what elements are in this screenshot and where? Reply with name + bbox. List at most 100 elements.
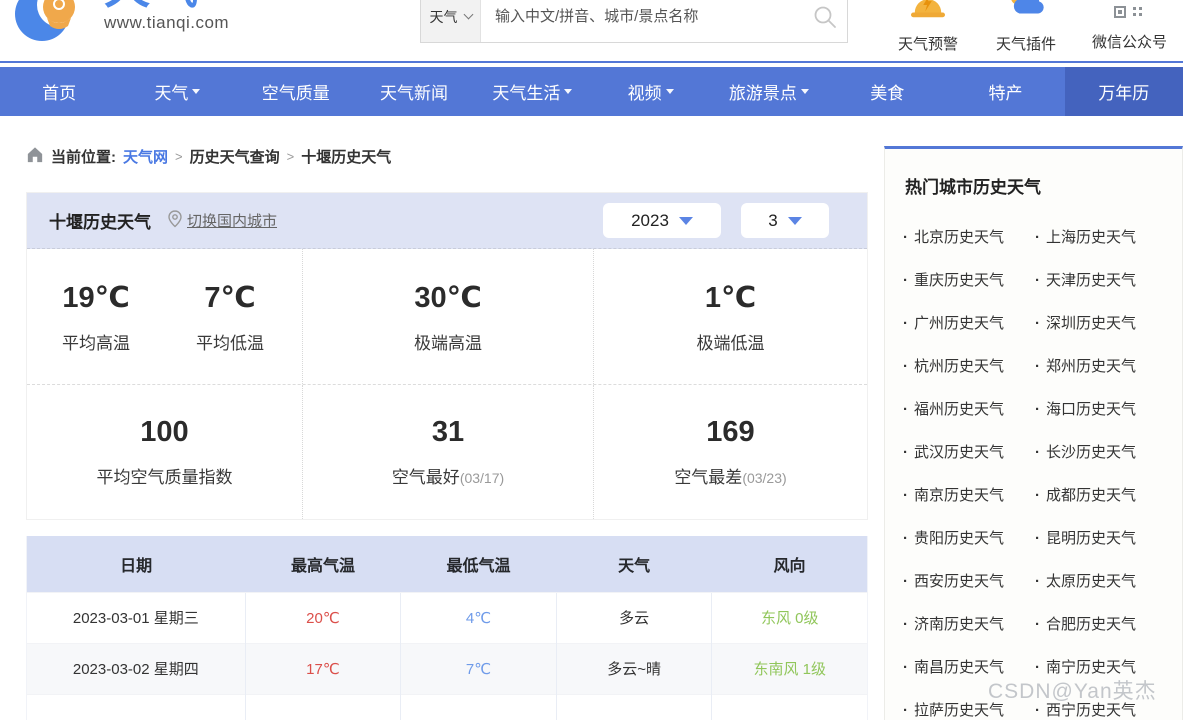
stat-label: 极端高温 — [395, 329, 501, 354]
best-air-stat: 31空气最好(03/17) — [392, 416, 504, 488]
table-header-cell: 天气 — [556, 536, 712, 592]
year-select[interactable]: 2023 — [603, 203, 721, 238]
city-link[interactable]: 福州历史天气 — [903, 398, 1035, 419]
logo-text: 天气+ — [104, 0, 229, 10]
quick-link-label: 微信公众号 — [1092, 31, 1167, 52]
search-icon[interactable] — [803, 0, 847, 42]
city-link[interactable]: 太原历史天气 — [1035, 570, 1182, 591]
stat-value: 100 — [97, 416, 233, 449]
city-link[interactable]: 上海历史天气 — [1035, 226, 1182, 247]
weather-cell: 多云~晴 — [556, 643, 712, 694]
logo-url: www.tianqi.com — [104, 13, 229, 33]
date-cell: 2023-03-01 星期三 — [27, 592, 246, 643]
stat-value: 7℃ — [177, 280, 283, 315]
nav-item-万年历[interactable]: 万年历 — [1065, 67, 1183, 116]
chevron-down-icon — [801, 89, 809, 94]
search-input[interactable] — [481, 0, 803, 42]
weather-cell: 多云 — [556, 592, 712, 643]
stat-label: 平均高温 — [43, 329, 149, 354]
city-link[interactable]: 合肥历史天气 — [1035, 613, 1182, 634]
city-link[interactable]: 昆明历史天气 — [1035, 527, 1182, 548]
stat-label: 平均低温 — [177, 329, 283, 354]
panel-title: 十堰历史天气 — [49, 208, 151, 233]
stat-label: 空气最好(03/17) — [392, 463, 504, 488]
stat-label: 极端低温 — [678, 329, 784, 354]
nav-item-天气新闻[interactable]: 天气新闻 — [355, 67, 473, 116]
quick-link-weather-alert[interactable]: 天气预警 — [896, 0, 960, 54]
dropdown-triangle-icon — [788, 217, 802, 225]
city-link[interactable]: 武汉历史天气 — [903, 441, 1035, 462]
stat-value: 19℃ — [43, 280, 149, 315]
air-quality-stats-row: 100平均空气质量指数31空气最好(03/17)169空气最差(03/23) — [27, 384, 867, 519]
empty-cell — [27, 694, 246, 720]
nav-item-天气生活[interactable]: 天气生活 — [473, 67, 591, 116]
site-header: 天气+ www.tianqi.com 天气 天气预警天气插件微信公众号 — [0, 0, 1183, 63]
breadcrumb-prefix: 当前位置: — [51, 146, 116, 167]
nav-item-label: 天气生活 — [492, 79, 560, 104]
weather-plugin-icon — [1006, 0, 1046, 26]
nav-item-label: 万年历 — [1098, 79, 1149, 104]
table-header-cell: 最高气温 — [245, 536, 401, 592]
nav-item-旅游景点[interactable]: 旅游景点 — [710, 67, 828, 116]
city-link[interactable]: 济南历史天气 — [903, 613, 1035, 634]
city-link[interactable]: 南京历史天气 — [903, 484, 1035, 505]
chevron-down-icon — [463, 10, 473, 20]
city-link[interactable]: 南昌历史天气 — [903, 656, 1035, 677]
city-link[interactable]: 广州历史天气 — [903, 312, 1035, 333]
watermark: CSDN@Yan英杰 — [988, 675, 1157, 705]
history-weather-panel: 十堰历史天气 切换国内城市 2023 3 — [26, 192, 868, 520]
city-link[interactable]: 重庆历史天气 — [903, 269, 1035, 290]
search-category-value: 天气 — [430, 7, 458, 27]
nav-item-label: 特产 — [989, 79, 1023, 104]
city-link[interactable]: 天津历史天气 — [1035, 269, 1182, 290]
extreme-low-cell: 1℃极端低温 — [593, 249, 867, 384]
city-link[interactable]: 贵阳历史天气 — [903, 527, 1035, 548]
nav-item-美食[interactable]: 美食 — [828, 67, 946, 116]
chevron-down-icon — [564, 89, 572, 94]
city-link-list: 北京历史天气上海历史天气重庆历史天气天津历史天气广州历史天气深圳历史天气杭州历史… — [903, 226, 1182, 720]
breadcrumb-link-history[interactable]: 历史天气查询 — [190, 146, 280, 167]
nav-item-视频[interactable]: 视频 — [591, 67, 709, 116]
city-link[interactable]: 西安历史天气 — [903, 570, 1035, 591]
city-link[interactable]: 成都历史天气 — [1035, 484, 1182, 505]
nav-item-首页[interactable]: 首页 — [0, 67, 118, 116]
stat-note: (03/23) — [742, 470, 786, 486]
extreme-low-stat: 1℃极端低温 — [678, 280, 784, 354]
sidebar-title: 热门城市历史天气 — [905, 173, 1182, 198]
nav-item-特产[interactable]: 特产 — [946, 67, 1064, 116]
month-select[interactable]: 3 — [741, 203, 829, 238]
table-row: 2023-03-01 星期三20℃4℃多云东风 0级 — [27, 592, 868, 643]
switch-city-link[interactable]: 切换国内城市 — [167, 210, 277, 232]
city-link[interactable]: 海口历史天气 — [1035, 398, 1182, 419]
city-link[interactable]: 北京历史天气 — [903, 226, 1035, 247]
quick-link-weather-plugin[interactable]: 天气插件 — [994, 0, 1058, 54]
chevron-down-icon — [666, 89, 674, 94]
panel-header: 十堰历史天气 切换国内城市 2023 3 — [27, 193, 867, 249]
nav-item-label: 天气新闻 — [380, 79, 448, 104]
wind-cell: 东南风 1级 — [712, 643, 868, 694]
empty-cell — [556, 694, 712, 720]
chevron-down-icon — [192, 89, 200, 94]
nav-item-label: 空气质量 — [262, 79, 330, 104]
site-logo[interactable]: 天气+ www.tianqi.com — [14, 0, 229, 58]
city-link[interactable]: 郑州历史天气 — [1035, 355, 1182, 376]
location-pin-icon — [167, 210, 183, 232]
quick-link-wechat-qrcode[interactable]: 微信公众号 — [1092, 0, 1167, 54]
city-link[interactable]: 深圳历史天气 — [1035, 312, 1182, 333]
city-link[interactable]: 南宁历史天气 — [1035, 656, 1182, 677]
history-weather-table: 日期最高气温最低气温天气风向 2023-03-01 星期三20℃4℃多云东风 0… — [26, 536, 868, 720]
home-icon — [26, 146, 44, 167]
switch-city-label: 切换国内城市 — [187, 210, 277, 231]
low-temp-cell: 4℃ — [401, 592, 557, 643]
breadcrumb-link-home[interactable]: 天气网 — [123, 146, 168, 167]
search-category-select[interactable]: 天气 — [421, 0, 481, 42]
table-header-cell: 日期 — [27, 536, 246, 592]
city-link[interactable]: 长沙历史天气 — [1035, 441, 1182, 462]
nav-item-空气质量[interactable]: 空气质量 — [237, 67, 355, 116]
city-link[interactable]: 杭州历史天气 — [903, 355, 1035, 376]
nav-item-天气[interactable]: 天气 — [118, 67, 236, 116]
wechat-qrcode-icon — [1113, 0, 1145, 24]
hot-cities-sidebar: 热门城市历史天气 北京历史天气上海历史天气重庆历史天气天津历史天气广州历史天气深… — [884, 146, 1183, 720]
date-cell: 2023-03-02 星期四 — [27, 643, 246, 694]
month-select-value: 3 — [768, 211, 777, 231]
